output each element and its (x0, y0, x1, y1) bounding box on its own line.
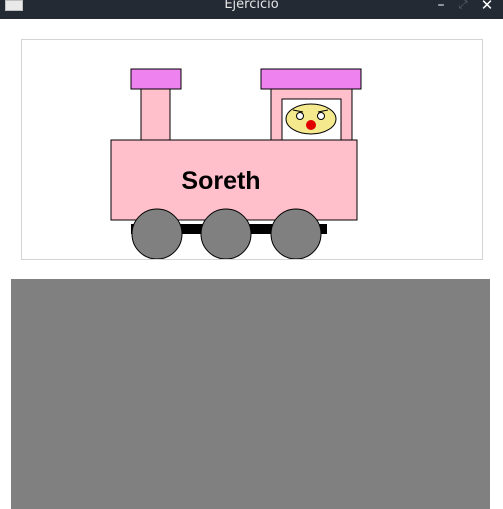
wheel-middle (200, 208, 252, 259)
wheel-back (270, 208, 322, 259)
wheel-front (131, 208, 183, 259)
right-eye (317, 112, 325, 120)
maximize-button[interactable]: ⤢ (455, 0, 471, 13)
window-content: Soreth (0, 19, 503, 509)
minimize-button[interactable]: – (433, 0, 449, 13)
bottom-gray-panel (11, 279, 490, 509)
title-bar[interactable]: Ejercicio – ⤢ ✕ (0, 0, 503, 19)
train-canvas-panel: Soreth (21, 39, 483, 260)
left-eye (296, 112, 304, 120)
driver-nose (306, 120, 316, 130)
chimney-cap (130, 68, 182, 90)
chimney (140, 88, 171, 141)
close-button[interactable]: ✕ (479, 0, 495, 13)
window-title: Ejercicio (224, 0, 279, 12)
train-label: Soreth (181, 167, 260, 195)
train-drawing: Soreth (110, 68, 362, 259)
cabin-roof (260, 68, 362, 90)
